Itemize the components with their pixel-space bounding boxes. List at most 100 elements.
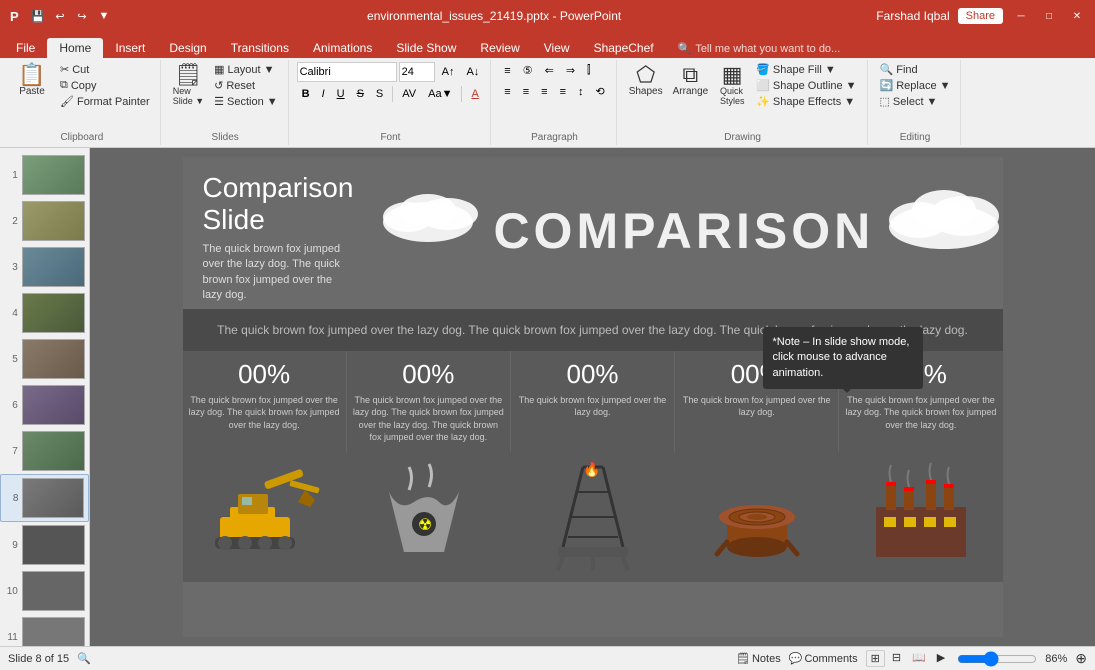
slide-title: Comparison Slide [203,172,354,236]
comments-button[interactable]: 💬 Comments [789,652,858,665]
reset-icon: ↺ [214,79,223,92]
normal-view-button[interactable]: ⊞ [866,650,885,667]
new-slide-button[interactable]: 🗒 NewSlide ▼ [169,62,208,108]
share-button[interactable]: Share [958,8,1003,24]
tab-home[interactable]: Home [47,38,103,58]
comparison-slide: *Note – In slide show mode, click mouse … [183,157,1003,637]
slide-thumb-6[interactable]: 6 [0,382,89,428]
select-button[interactable]: ⬚ Select ▼ [876,94,955,109]
format-painter-icon: 🖌 [60,95,74,108]
italic-button[interactable]: I [317,86,330,102]
decrease-indent-button[interactable]: ⇐ [540,62,559,79]
customize-icon[interactable]: ▼ [96,8,112,24]
tab-review[interactable]: Review [468,38,531,58]
columns-button[interactable]: ⫿ [582,62,596,79]
text-direction-button[interactable]: ⟲ [590,83,609,100]
slide-top-section: Comparison Slide The quick brown fox jum… [183,157,1003,309]
notes-button[interactable]: 🗒 Notes [736,652,781,665]
slide-thumb-1[interactable]: 1 [0,152,89,198]
font-grow-button[interactable]: A↑ [437,64,460,80]
find-button[interactable]: 🔍 Find [876,62,955,77]
reset-button[interactable]: ↺ Reset [210,78,281,93]
tab-animations[interactable]: Animations [301,38,384,58]
shape-fill-button[interactable]: 🪣 Shape Fill ▼ [752,62,860,77]
slide-thumb-9[interactable]: 9 [0,522,89,568]
format-painter-button[interactable]: 🖌 Format Painter [56,94,154,109]
slide-thumb-10[interactable]: 10 [0,568,89,614]
svg-text:P: P [10,9,19,24]
strikethrough-button[interactable]: S [352,86,369,102]
title-bar-left: P 💾 ↩ ↪ ▼ [8,8,112,24]
bold-button[interactable]: B [297,86,315,102]
paste-button[interactable]: 📋 Paste [10,62,54,99]
change-case-button[interactable]: Aa▼ [423,86,457,102]
slide-thumb-5[interactable]: 5 [0,336,89,382]
slide-canvas[interactable]: *Note – In slide show mode, click mouse … [183,157,1003,637]
quick-styles-button[interactable]: ▦ QuickStyles [714,62,750,108]
font-label: Font [380,130,400,143]
line-spacing-button[interactable]: ↕ [573,84,589,100]
font-shrink-button[interactable]: A↓ [461,64,484,80]
save-icon[interactable]: 💾 [30,8,46,24]
arrange-button[interactable]: ⧉ Arrange [669,62,713,99]
tell-me-input[interactable]: Tell me what you want to do... [695,43,840,55]
slide-thumb-8[interactable]: 8 [0,474,89,522]
tab-file[interactable]: File [4,38,47,58]
tab-slideshow[interactable]: Slide Show [384,38,468,58]
illustrations-row: ☢ [183,452,1003,582]
increase-indent-button[interactable]: ⇒ [561,62,580,79]
slides-label: Slides [212,130,239,143]
ribbon-tabs: File Home Insert Design Transitions Anim… [0,32,1095,58]
title-bar: P 💾 ↩ ↪ ▼ environmental_issues_21419.ppt… [0,0,1095,32]
stat-col-2: 00% The quick brown fox jumped over the … [347,351,511,452]
minimize-button[interactable]: ─ [1011,6,1031,26]
slide-thumb-2[interactable]: 2 [0,198,89,244]
shape-outline-button[interactable]: ⬜ Shape Outline ▼ [752,78,860,93]
numbering-button[interactable]: ⑤ [518,62,538,79]
zoom-slider[interactable] [957,651,1037,667]
slide-thumb-11[interactable]: 11 [0,614,89,646]
replace-button[interactable]: 🔄 Replace ▼ [876,78,955,93]
shape-effects-button[interactable]: ✨ Shape Effects ▼ [752,94,860,109]
font-color-button[interactable]: A [466,86,483,102]
align-right-button[interactable]: ≡ [536,84,552,100]
illus-excavator [183,457,347,582]
underline-button[interactable]: U [332,86,350,102]
justify-button[interactable]: ≡ [555,84,571,100]
separator2 [461,86,462,102]
undo-icon[interactable]: ↩ [52,8,68,24]
shapes-button[interactable]: ⬠ Shapes [625,62,667,99]
copy-button[interactable]: ⧉ Copy [56,78,154,93]
slide-thumb-4[interactable]: 4 [0,290,89,336]
slide-thumb-3[interactable]: 3 [0,244,89,290]
tab-insert[interactable]: Insert [103,38,157,58]
align-center-button[interactable]: ≡ [518,84,534,100]
layout-button[interactable]: ▦ Layout ▼ [210,62,281,77]
slideshow-button[interactable]: ▶ [933,650,949,667]
slide-sorter-button[interactable]: ⊟ [888,650,905,667]
section-button[interactable]: ☰ Section ▼ [210,94,281,109]
align-left-button[interactable]: ≡ [499,84,515,100]
close-button[interactable]: ✕ [1067,6,1087,26]
illus-factory [839,457,1003,582]
cut-button[interactable]: ✂ Cut [56,62,154,77]
tab-view[interactable]: View [532,38,582,58]
fit-to-window-button[interactable]: ⊕ [1075,650,1087,667]
quick-styles-icon: ▦ [722,64,743,86]
user-profile[interactable]: Farshad Iqbal [876,9,949,23]
tab-transitions[interactable]: Transitions [219,38,301,58]
reading-view-button[interactable]: 📖 [908,650,930,667]
stat-desc-2: The quick brown fox jumped over the lazy… [352,394,505,444]
char-spacing-button[interactable]: AV [397,86,421,102]
redo-icon[interactable]: ↪ [74,8,90,24]
stat-num-2: 00% [352,359,505,390]
shadow-button[interactable]: S [371,86,388,102]
slide-thumb-7[interactable]: 7 [0,428,89,474]
font-family-input[interactable] [297,62,397,82]
font-size-input[interactable] [399,62,435,82]
tab-design[interactable]: Design [157,38,218,58]
bullets-button[interactable]: ≡ [499,63,515,79]
tab-shapechef[interactable]: ShapeChef [582,38,666,58]
maximize-button[interactable]: □ [1039,6,1059,26]
status-bar: Slide 8 of 15 🔍 🗒 Notes 💬 Comments ⊞ ⊟ 📖… [0,646,1095,670]
